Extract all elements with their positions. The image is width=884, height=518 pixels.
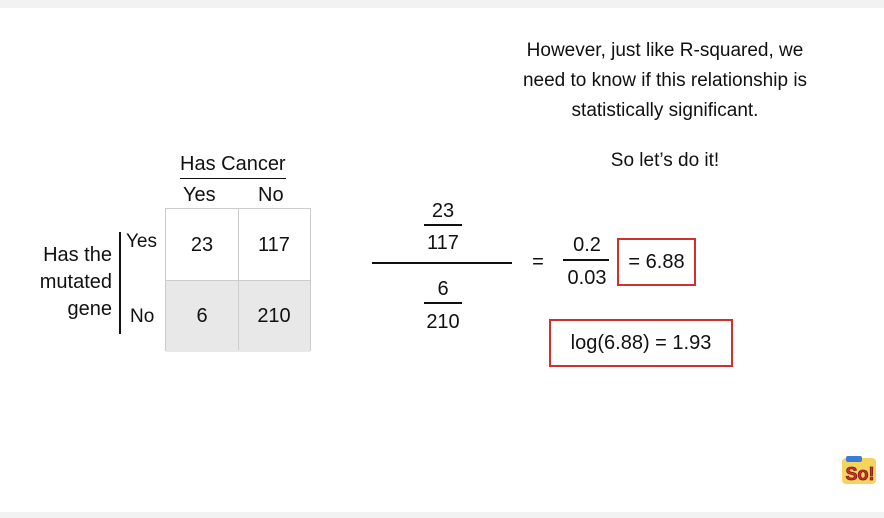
logo-text: So!: [846, 464, 875, 484]
top-numerator: 23: [431, 200, 455, 222]
row-group-label-line-3: gene: [67, 298, 113, 320]
row-group-label-line-1: Has the: [43, 244, 112, 266]
cell-yes-yes: 23: [190, 233, 214, 256]
odds-ratio-box: = 6.88: [617, 238, 696, 286]
row-group-label-line-2: mutated: [39, 271, 112, 293]
row-group-bracket: [119, 232, 121, 334]
log-odds-ratio-box: log(6.88) = 1.93: [549, 319, 733, 367]
bottom-fraction-bar: [424, 302, 462, 304]
cell-no-yes: 6: [166, 280, 238, 352]
column-group-label: Has Cancer: [180, 153, 286, 179]
row-header-yes: Yes: [126, 231, 157, 252]
table-divider-horizontal: [166, 280, 310, 281]
contingency-table: 23 117 6 210: [165, 208, 311, 352]
slide: However, just like R-squared, we need to…: [0, 8, 884, 512]
note-line-3: statistically significant.: [571, 100, 759, 121]
column-header-yes: Yes: [183, 184, 216, 206]
bottom-numerator: 6: [437, 278, 449, 300]
cell-no-no: 210: [238, 280, 310, 352]
column-header-no: No: [258, 184, 284, 206]
top-fraction-bar: [424, 224, 462, 226]
equals-sign: =: [532, 251, 544, 273]
main-fraction-bar: [372, 262, 512, 264]
result-denominator: 0.03: [567, 267, 607, 289]
row-header-no: No: [130, 306, 155, 327]
note-line-2: need to know if this relationship is: [522, 70, 808, 91]
result-fraction-bar: [563, 259, 609, 261]
bottom-denominator: 210: [426, 311, 460, 333]
cell-yes-no: 117: [258, 233, 290, 256]
note-line-4: So let’s do it!: [610, 150, 720, 171]
statquest-logo-icon: So!: [842, 456, 876, 484]
result-numerator: 0.2: [573, 234, 601, 256]
top-denominator: 117: [427, 232, 459, 254]
note-line-1: However, just like R-squared, we: [526, 40, 804, 61]
